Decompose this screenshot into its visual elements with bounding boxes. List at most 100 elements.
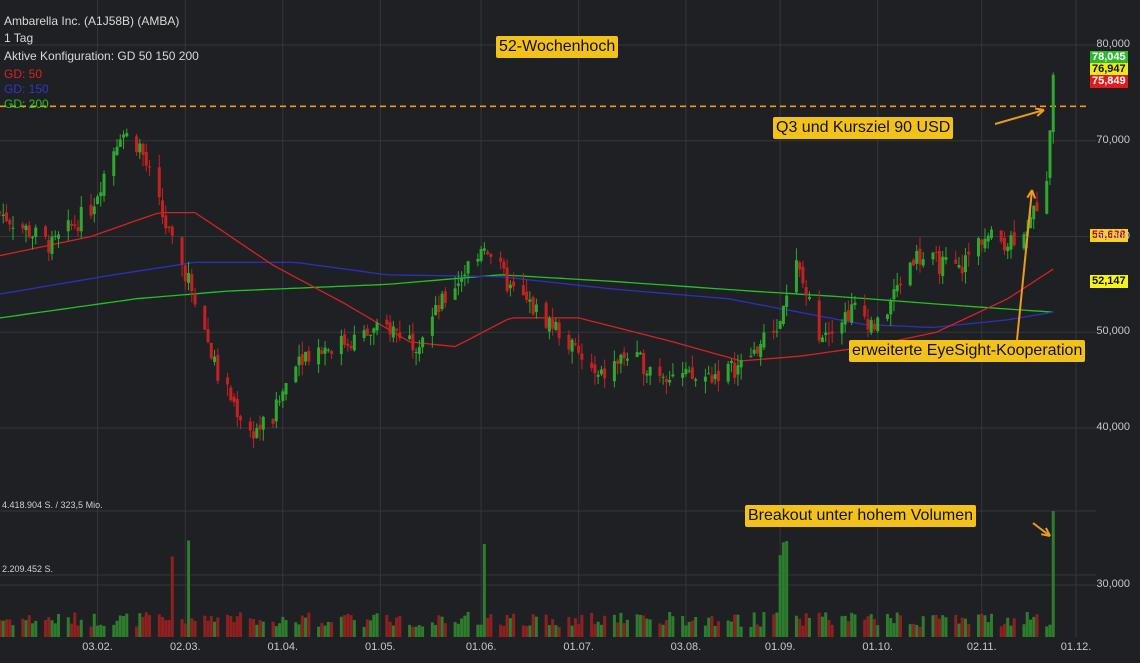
volume-bar bbox=[729, 621, 733, 637]
candle-body bbox=[508, 284, 512, 289]
volume-bar bbox=[508, 618, 512, 637]
volume-bar bbox=[918, 626, 922, 637]
volume-bar bbox=[752, 612, 756, 637]
candle-body bbox=[92, 206, 96, 215]
volume-bar bbox=[934, 614, 938, 637]
candle-body bbox=[300, 354, 304, 365]
volume-bar bbox=[248, 618, 252, 637]
candle-body bbox=[554, 321, 558, 330]
candle-body bbox=[963, 255, 967, 273]
candle-body bbox=[122, 134, 126, 138]
candle-body bbox=[398, 332, 402, 339]
candle-body bbox=[232, 396, 236, 403]
volume-bar bbox=[278, 623, 282, 637]
candle-body bbox=[915, 251, 919, 264]
candle-body bbox=[895, 285, 899, 292]
volume-bar bbox=[411, 626, 415, 637]
volume-bar bbox=[73, 612, 77, 637]
volume-bar bbox=[889, 618, 893, 637]
candle-body bbox=[57, 234, 61, 239]
volume-bar bbox=[661, 624, 665, 637]
candle-body bbox=[850, 304, 854, 323]
volume-bar bbox=[937, 618, 941, 637]
candle-body bbox=[395, 328, 399, 331]
price-tag-ma200: 52,147 bbox=[1090, 275, 1128, 288]
candle-body bbox=[941, 256, 945, 276]
candle-body bbox=[118, 139, 122, 147]
volume-bar bbox=[92, 613, 96, 637]
volume-bar bbox=[24, 620, 28, 637]
volume-bar bbox=[853, 614, 857, 637]
volume-mid-label: 2.209.452 S. bbox=[2, 564, 54, 574]
candle-body bbox=[918, 248, 922, 265]
candle-body bbox=[421, 337, 425, 348]
chart-interval: 1 Tag bbox=[4, 31, 34, 45]
volume-bar bbox=[619, 612, 623, 637]
candle-body bbox=[326, 349, 330, 351]
chart-config: Aktive Konfiguration: GD 50 150 200 bbox=[4, 49, 199, 63]
candle-body bbox=[911, 259, 915, 266]
candle-body bbox=[976, 238, 980, 257]
volume-bar bbox=[798, 618, 802, 637]
candle-body bbox=[664, 378, 668, 383]
volume-bar bbox=[716, 621, 720, 637]
volume-bar bbox=[421, 626, 425, 637]
volume-bar bbox=[226, 614, 230, 637]
volume-bar bbox=[898, 615, 902, 637]
candle-body bbox=[414, 351, 418, 353]
candle-body bbox=[642, 352, 646, 375]
volume-bar bbox=[0, 620, 2, 637]
candle-body bbox=[557, 322, 561, 339]
candle-body bbox=[599, 369, 603, 375]
candle-body bbox=[866, 319, 870, 330]
candle-body bbox=[362, 330, 366, 339]
volume-bar bbox=[300, 615, 304, 637]
candle-body bbox=[593, 364, 597, 374]
volume-bar bbox=[690, 620, 694, 637]
candle-body bbox=[710, 375, 714, 383]
volume-bar bbox=[616, 622, 620, 637]
candle-body bbox=[954, 259, 958, 264]
volume-bar bbox=[755, 624, 759, 637]
volume-bar bbox=[625, 619, 629, 637]
candle-body bbox=[44, 226, 48, 237]
volume-bar bbox=[161, 617, 165, 637]
volume-bar bbox=[372, 614, 376, 637]
candle-body bbox=[482, 248, 486, 251]
volume-bar bbox=[999, 626, 1003, 637]
volume-bar bbox=[885, 613, 889, 637]
candle-body bbox=[960, 266, 964, 274]
candle-body bbox=[372, 328, 376, 333]
candle-body bbox=[8, 219, 12, 225]
candle-body bbox=[596, 374, 600, 377]
volume-bar bbox=[577, 624, 581, 637]
candle-body bbox=[1012, 232, 1016, 246]
volume-bar bbox=[664, 620, 668, 637]
candle-body bbox=[668, 379, 672, 383]
volume-bar bbox=[694, 616, 698, 637]
volume-bar bbox=[258, 620, 262, 637]
candle-body bbox=[580, 353, 584, 360]
x-tick-label: 02.03. bbox=[169, 641, 201, 653]
candle-body bbox=[258, 424, 262, 430]
x-tick-label: 01.04. bbox=[267, 641, 299, 653]
volume-bar bbox=[148, 615, 152, 637]
volume-bar bbox=[235, 616, 239, 637]
candle-body bbox=[229, 387, 233, 401]
candle-body bbox=[375, 322, 379, 331]
volume-bar bbox=[593, 624, 597, 637]
candle-body bbox=[590, 362, 594, 368]
candle-body bbox=[190, 274, 194, 292]
candle-body bbox=[170, 226, 174, 236]
volume-bar bbox=[66, 617, 70, 637]
volume-bar bbox=[635, 614, 639, 637]
volume-bar bbox=[963, 618, 967, 637]
candle-body bbox=[284, 383, 288, 395]
volume-bar bbox=[807, 617, 811, 637]
candle-body bbox=[775, 331, 779, 333]
volume-bar bbox=[876, 625, 880, 637]
candle-body bbox=[645, 373, 649, 376]
volume-bar bbox=[323, 625, 327, 637]
volume-bar bbox=[866, 616, 870, 637]
volume-bar bbox=[346, 613, 350, 637]
